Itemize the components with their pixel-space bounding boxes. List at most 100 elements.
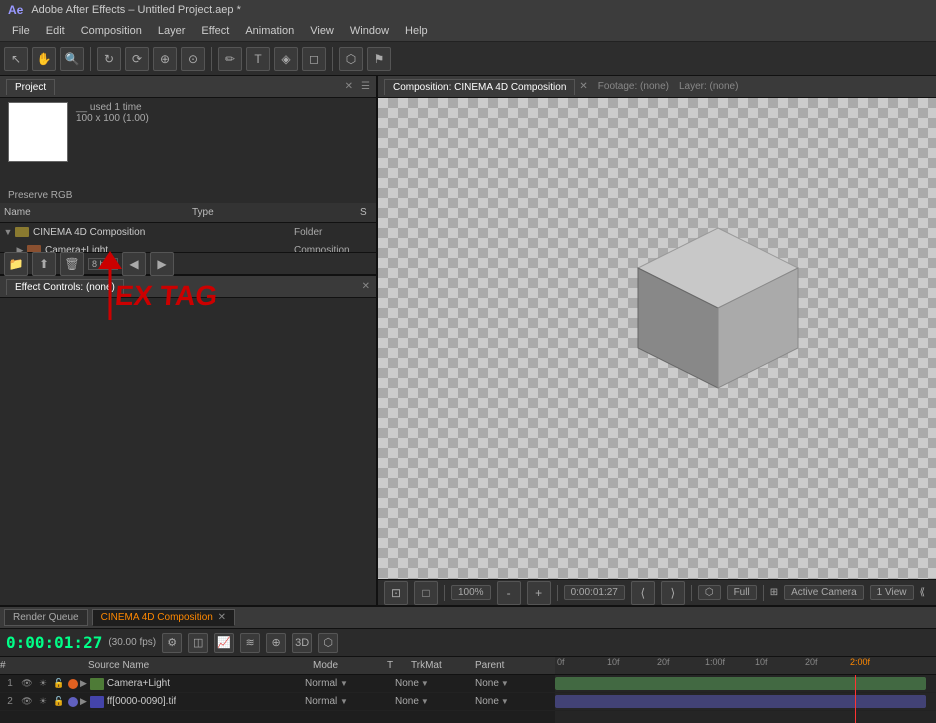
tool-pen[interactable]: ✏ <box>218 47 242 71</box>
tool-stamp[interactable]: T <box>246 47 270 71</box>
color-profile[interactable]: ⬡ <box>698 585 721 600</box>
tool-shape[interactable]: ⬡ <box>339 47 363 71</box>
quality-dropdown[interactable]: Full <box>727 585 757 600</box>
track-eye-2[interactable]: 👁 <box>20 695 34 709</box>
track-mode-2[interactable]: Normal ▼ <box>305 696 365 707</box>
thumbnail-image <box>8 102 68 162</box>
tool-rotate[interactable]: ↻ <box>97 47 121 71</box>
tl-left-headers: # Source Name Mode T TrkMat Parent <box>0 660 555 671</box>
timecode-display[interactable]: 0:00:01:27 <box>564 585 625 600</box>
track-eye-1[interactable]: 👁 <box>20 677 34 691</box>
tree-row-camera-light[interactable]: ▶ Camera+Light Composition <box>0 241 376 252</box>
track-mode-1[interactable]: Normal ▼ <box>305 678 365 689</box>
zoom-out[interactable]: - <box>497 581 521 605</box>
viewer-region[interactable]: □ <box>414 581 438 605</box>
timeline-controls: 0:00:01:27 (30.00 fps) ⚙ ◫ 📈 ≋ ⊕ 3D ⬡ <box>0 629 936 657</box>
folder-icon-cinema4d <box>14 225 30 239</box>
ae-logo: Ae <box>8 3 23 17</box>
effect-controls-tab[interactable]: Effect Controls: (none) <box>6 279 124 295</box>
track-parent-1[interactable]: None ▼ <box>475 678 555 689</box>
tool-camera-dolly[interactable]: ⊙ <box>181 47 205 71</box>
zoom-level[interactable]: 100% <box>451 585 491 600</box>
tl-btn-frame-blend[interactable]: ⊕ <box>266 633 286 653</box>
comp-tab-close[interactable]: ✕ <box>579 81 587 92</box>
tree-label-camera-light: Camera+Light <box>45 245 294 253</box>
right-panel: Composition: CINEMA 4D Composition ✕ Foo… <box>378 76 936 605</box>
track-trkmat-2[interactable]: None ▼ <box>395 696 475 707</box>
footage-tab[interactable]: Footage: (none) <box>598 81 669 92</box>
tl-btn-draft[interactable]: ⬡ <box>318 633 338 653</box>
track-lock-1[interactable]: 🔓 <box>52 677 66 691</box>
track-row-1[interactable]: 1 👁 ☀ 🔓 ▶ Camera+Light Normal ▼ <box>0 675 555 693</box>
menu-layer[interactable]: Layer <box>150 25 194 37</box>
tool-zoom[interactable]: 🔍 <box>60 47 84 71</box>
viewer-controls: ⊡ □ 100% - + 0:00:01:27 ⟨ ⟩ ⬡ Full ⊞ Act… <box>378 579 936 605</box>
effect-controls-close[interactable]: ✕ <box>362 281 370 292</box>
frame-back[interactable]: ⟨ <box>631 581 655 605</box>
menu-view[interactable]: View <box>302 25 342 37</box>
tab-render-queue[interactable]: Render Queue <box>4 609 88 626</box>
comp-tab[interactable]: Composition: CINEMA 4D Composition <box>384 79 575 95</box>
tree-row-cinema4d-folder[interactable]: ▼ CINEMA 4D Composition Folder <box>0 223 376 241</box>
tool-eraser[interactable]: ◻ <box>302 47 326 71</box>
menu-file[interactable]: File <box>4 25 38 37</box>
comp-header: Composition: CINEMA 4D Composition ✕ Foo… <box>378 76 936 98</box>
track-trkmat-1[interactable]: None ▼ <box>395 678 475 689</box>
render-mode[interactable]: ⟪ <box>920 587 926 598</box>
menu-animation[interactable]: Animation <box>237 25 302 37</box>
camera-dropdown[interactable]: Active Camera <box>784 585 864 600</box>
tl-btn-graph[interactable]: 📈 <box>214 633 234 653</box>
tab-cinema4d-close[interactable]: ✕ <box>218 612 226 623</box>
menu-edit[interactable]: Edit <box>38 25 73 37</box>
view-dropdown[interactable]: 1 View <box>870 585 914 600</box>
menu-composition[interactable]: Composition <box>73 25 150 37</box>
project-panel-close[interactable]: ✕ <box>345 81 353 92</box>
tool-camera-track[interactable]: ⊕ <box>153 47 177 71</box>
tree-arrow-camera[interactable]: ▶ <box>14 245 26 253</box>
zoom-in[interactable]: + <box>527 581 551 605</box>
project-next[interactable]: ▶ <box>150 252 174 276</box>
tree-arrow-cinema4d[interactable]: ▼ <box>2 227 14 237</box>
tool-hand[interactable]: ✋ <box>32 47 56 71</box>
col-num: # <box>0 660 20 671</box>
track-row-2[interactable]: 2 👁 ☀ 🔓 ▶ ff[0000-0090].tif Normal <box>0 693 555 711</box>
comp-canvas[interactable] <box>378 98 936 579</box>
tl-right-pane <box>555 675 936 723</box>
viewer-always-preview[interactable]: ⊡ <box>384 581 408 605</box>
project-tab[interactable]: Project <box>6 79 55 95</box>
col-trkmat: TrkMat <box>411 660 471 671</box>
menu-effect[interactable]: Effect <box>193 25 237 37</box>
tl-btn-preview-range[interactable]: ◫ <box>188 633 208 653</box>
bpc-badge: 8 bpc <box>88 258 118 270</box>
menu-window[interactable]: Window <box>342 25 397 37</box>
project-prev[interactable]: ◀ <box>122 252 146 276</box>
project-import[interactable]: ⬆ <box>32 252 56 276</box>
track-expand-1[interactable]: ▶ <box>80 678 87 689</box>
track-name-2: ff[0000-0090].tif <box>107 696 176 707</box>
tl-btn-3d[interactable]: 3D <box>292 633 312 653</box>
tool-arrow[interactable]: ↖ <box>4 47 28 71</box>
track-solo-1[interactable]: ☀ <box>36 677 50 691</box>
track-num-2: 2 <box>0 696 20 707</box>
track-expand-2[interactable]: ▶ <box>80 696 87 707</box>
tl-btn-settings[interactable]: ⚙ <box>162 633 182 653</box>
track-solo-2[interactable]: ☀ <box>36 695 50 709</box>
tl-btn-motion-blur[interactable]: ≋ <box>240 633 260 653</box>
track-lock-2[interactable]: 🔓 <box>52 695 66 709</box>
menu-help[interactable]: Help <box>397 25 436 37</box>
tool-camera-orbit[interactable]: ⟳ <box>125 47 149 71</box>
layer-tab[interactable]: Layer: (none) <box>679 81 738 92</box>
tool-brush[interactable]: ◈ <box>274 47 298 71</box>
transparency-btn[interactable]: ⊞ <box>770 587 778 598</box>
tab-cinema4d-comp[interactable]: CINEMA 4D Composition ✕ <box>92 609 235 626</box>
project-new-item[interactable]: 📁 <box>4 252 28 276</box>
tool-puppet[interactable]: ⚑ <box>367 47 391 71</box>
trkmat-arrow-1: ▼ <box>421 679 429 688</box>
project-delete[interactable]: 🗑 <box>60 252 84 276</box>
frame-fwd[interactable]: ⟩ <box>661 581 685 605</box>
panel-menu[interactable]: ☰ <box>361 81 370 92</box>
title-bar: Ae Adobe After Effects – Untitled Projec… <box>0 0 936 20</box>
track-parent-2[interactable]: None ▼ <box>475 696 555 707</box>
ruler-1-20f: 20f <box>805 657 818 667</box>
toolbar-sep-3 <box>332 47 333 71</box>
